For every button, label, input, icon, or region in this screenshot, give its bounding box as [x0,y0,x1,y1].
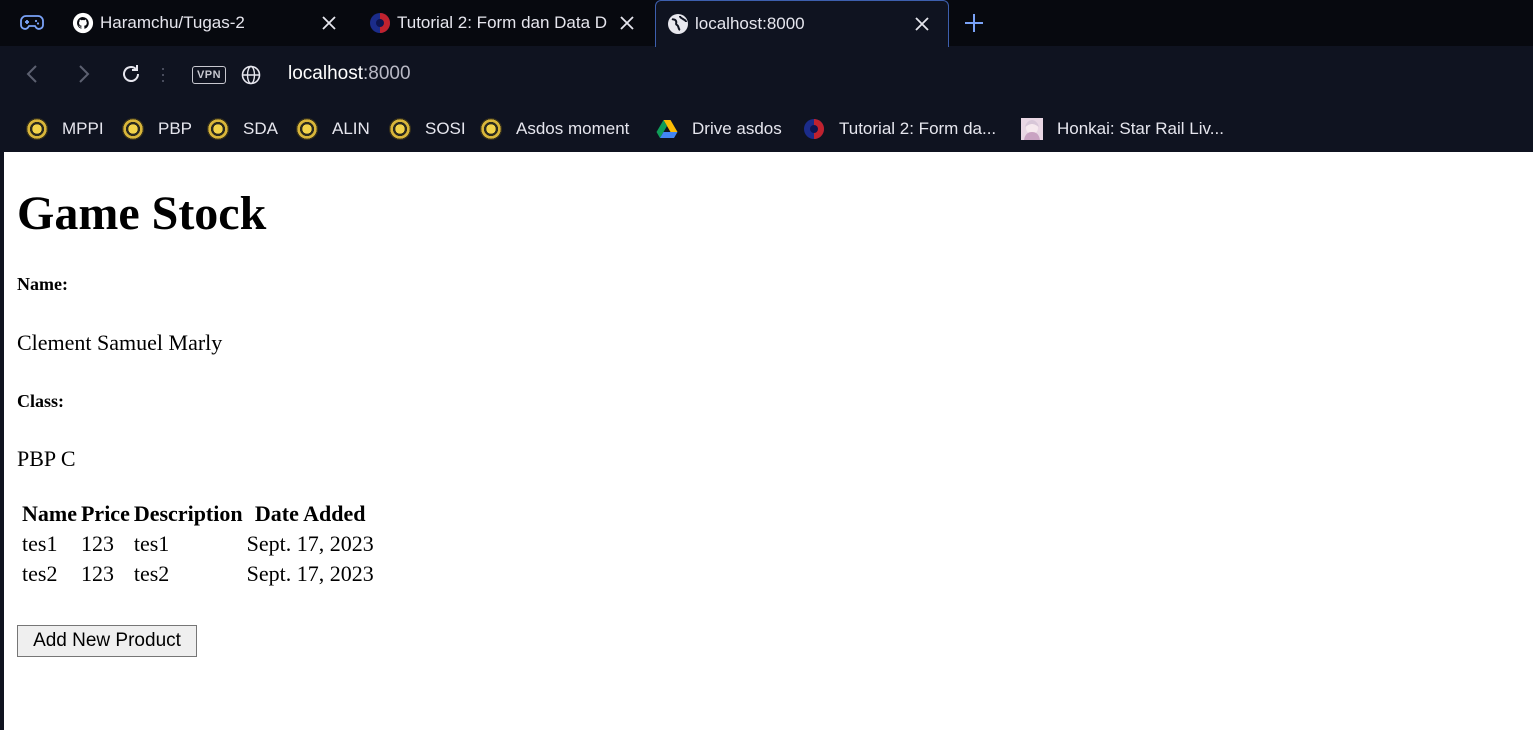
bookmark-sda[interactable]: SDA [207,116,278,142]
class-label: Class: [17,391,65,411]
new-tab-icon[interactable] [962,11,986,35]
pbp-logo-icon [369,12,391,34]
tab-tutorial[interactable]: Tutorial 2: Form dan Data D [357,0,653,46]
bookmark-asdos-moment[interactable]: Asdos moment [480,116,629,142]
ui-seal-icon [296,118,318,140]
bookmark-label: SDA [243,119,278,138]
toolbar: VPN localhost:8000 [0,46,1533,106]
bookmark-label: Drive asdos [692,119,782,138]
github-icon [72,12,94,34]
page-title: Game Stock [17,187,267,240]
gamepad-icon[interactable] [20,13,44,33]
bookmark-pbp[interactable]: PBP [122,116,192,142]
cell-description: tes2 [133,561,170,586]
class-value: PBP C [17,446,76,471]
bookmark-sosi[interactable]: SOSI [389,116,466,142]
close-tab-icon[interactable] [617,13,637,33]
back-icon[interactable] [20,61,46,87]
cell-price: 123 [80,531,114,556]
cell-date-added: Sept. 17, 2023 [246,531,374,556]
cell-name: tes2 [22,561,58,586]
close-tab-icon[interactable] [912,14,932,34]
reload-icon[interactable] [118,61,144,87]
product-table: Name Price Description Date Added tes1 1… [19,498,377,590]
bookmark-mppi[interactable]: MPPI [26,116,104,142]
bookmark-label: ALIN [332,119,370,138]
tab-github[interactable]: Haramchu/Tugas-2 [60,0,355,46]
bookmark-alin[interactable]: ALIN [296,116,370,142]
bookmark-label: Honkai: Star Rail Liv... [1057,119,1224,138]
tab-strip: Haramchu/Tugas-2 Tutorial 2: Form dan Da… [0,0,1533,47]
bookmark-label: Tutorial 2: Form da... [839,119,997,138]
page-content: Game Stock Name: Clement Samuel Marly Cl… [4,152,1533,730]
bookmark-label: SOSI [425,119,466,138]
tab-title: Haramchu/Tugas-2 [100,13,245,32]
cell-price: 123 [80,561,114,586]
column-header-description: Description [133,501,243,526]
ui-seal-icon [122,118,144,140]
bookmark-drive-asdos[interactable]: Drive asdos [656,116,782,142]
table-row: tes1 123 tes1 Sept. 17, 2023 [21,530,375,558]
pbp-logo-icon [803,118,825,140]
forward-icon[interactable] [70,61,96,87]
bookmark-tutorial[interactable]: Tutorial 2: Form da... [803,116,996,142]
column-header-price: Price [80,501,130,526]
vpn-badge[interactable]: VPN [192,66,226,84]
cell-name: tes1 [22,531,58,556]
separator-dots-icon [162,68,164,82]
url-host: localhost [288,63,363,84]
column-header-name: Name [22,501,77,526]
globe-icon [667,13,689,35]
tab-title: localhost:8000 [695,14,805,33]
close-tab-icon[interactable] [319,13,339,33]
bookmark-label: MPPI [62,119,104,138]
ui-seal-icon [389,118,411,140]
name-label: Name: [17,274,68,294]
ui-seal-icon [26,118,48,140]
add-new-product-button[interactable]: Add New Product [17,625,197,657]
column-header-date-added: Date Added [254,501,366,526]
address-bar[interactable]: localhost:8000 [288,63,411,85]
bookmark-label: Asdos moment [516,119,630,138]
table-header-row: Name Price Description Date Added [21,500,375,528]
browser-chrome: Haramchu/Tugas-2 Tutorial 2: Form dan Da… [0,0,1533,152]
ui-seal-icon [207,118,229,140]
bookmark-honkai[interactable]: Honkai: Star Rail Liv... [1021,116,1224,142]
tab-localhost[interactable]: localhost:8000 [655,0,949,47]
google-drive-icon [656,118,678,140]
ui-seal-icon [480,118,502,140]
bookmark-label: PBP [158,119,193,138]
tab-title: Tutorial 2: Form dan Data D [397,13,608,32]
cell-description: tes1 [133,531,170,556]
table-row: tes2 123 tes2 Sept. 17, 2023 [21,560,375,588]
anime-avatar-icon [1021,118,1043,140]
bookmarks-bar: MPPI PBP SDA ALIN SOSI Asdos moment Driv… [0,106,1533,152]
site-info-globe-icon[interactable] [241,65,261,85]
url-port: :8000 [363,63,411,84]
name-value: Clement Samuel Marly [17,330,223,355]
cell-date-added: Sept. 17, 2023 [246,561,374,586]
